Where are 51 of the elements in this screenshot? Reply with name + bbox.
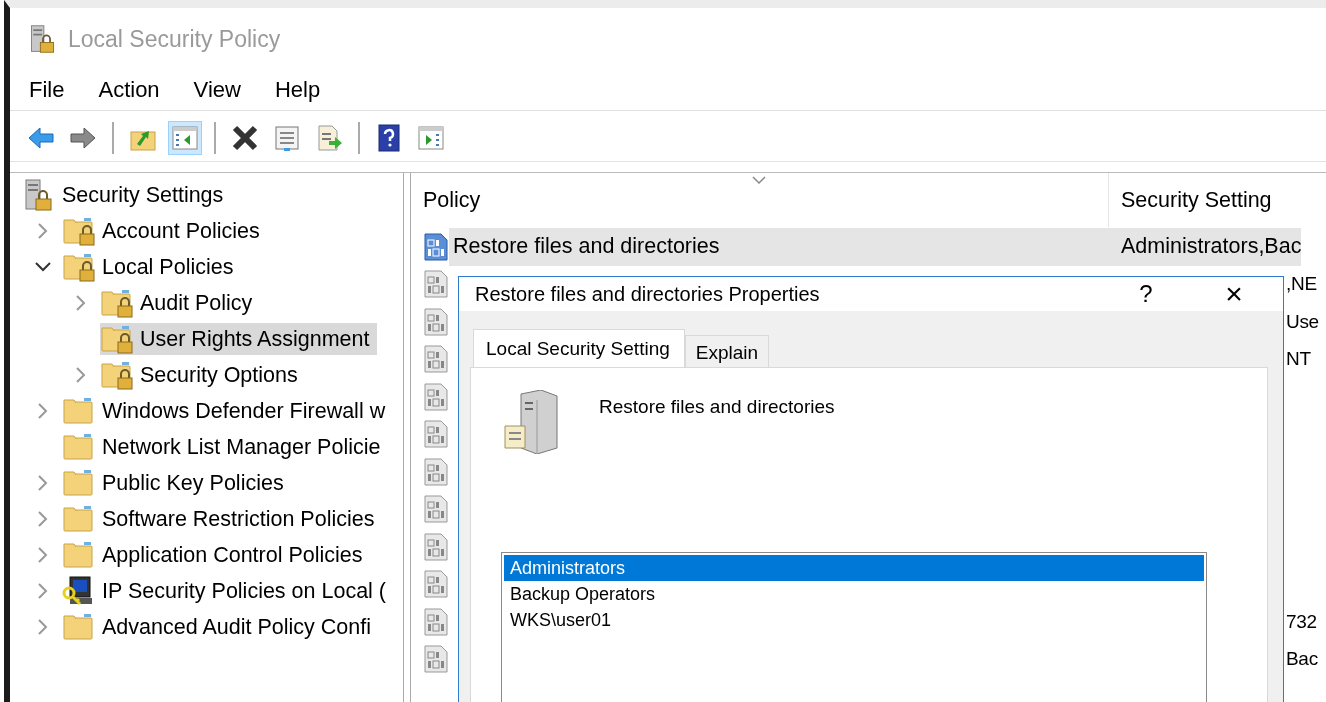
- menu-item[interactable]: File: [28, 75, 66, 105]
- security-setting: Bac: [1285, 647, 1318, 672]
- help-button[interactable]: ?: [1121, 280, 1171, 308]
- menu-item[interactable]: Action: [97, 75, 161, 105]
- tab[interactable]: Local Security Setting: [473, 329, 685, 367]
- tree-item[interactable]: IP Security Policies on Local (: [62, 575, 394, 607]
- tree-item[interactable]: Security Options: [100, 359, 306, 391]
- members-list[interactable]: Administrators Backup Operators WKS\user01: [501, 552, 1207, 702]
- locked-folder-icon: [100, 287, 134, 319]
- tree-item[interactable]: Public Key Policies: [62, 467, 292, 499]
- locked-folder-icon: [62, 251, 96, 283]
- list-item[interactable]: Administrators: [504, 555, 1204, 581]
- sort-caret-icon: [751, 175, 767, 185]
- tree-item[interactable]: User Rights Assignment: [100, 323, 378, 355]
- security-setting: Use: [1285, 309, 1319, 334]
- column-header[interactable]: Security Setting: [1109, 187, 1272, 213]
- security-setting: 732: [1285, 609, 1317, 634]
- locked-folder-icon: [100, 323, 134, 355]
- folder-icon: [62, 467, 96, 499]
- folder-icon: [62, 395, 96, 427]
- column-header[interactable]: Policy: [423, 187, 481, 213]
- security-setting: Administrators,Bac: [1109, 228, 1302, 266]
- tree-item[interactable]: Account Policies: [62, 215, 268, 247]
- tree-item[interactable]: Network List Manager Policie: [62, 431, 389, 463]
- tree-pane-button[interactable]: [168, 121, 202, 155]
- security-setting: NT: [1285, 347, 1311, 372]
- tab[interactable]: Explain: [684, 335, 770, 367]
- folder-icon: [62, 431, 96, 463]
- close-button[interactable]: ×: [1209, 277, 1259, 311]
- window-title: Local Security Policy: [68, 25, 281, 53]
- security-setting: ,NE: [1285, 272, 1317, 297]
- server-document-icon: [501, 390, 561, 454]
- policy-name[interactable]: Restore files and directories: [449, 228, 1109, 266]
- tree-item[interactable]: Audit Policy: [100, 287, 261, 319]
- list-item[interactable]: WKS\user01: [504, 607, 1204, 633]
- locked-folder-icon: [62, 215, 96, 247]
- tree-item[interactable]: Windows Defender Firewall w: [62, 395, 394, 427]
- menu-item[interactable]: Help: [273, 75, 322, 105]
- folder-icon: [62, 611, 96, 643]
- tree-item[interactable]: Security Settings: [22, 179, 232, 211]
- policy-name: Restore files and directories: [599, 395, 835, 419]
- dialog-title: Restore files and directories Properties: [475, 282, 821, 306]
- tree-item[interactable]: Software Restriction Policies: [62, 503, 383, 535]
- locked-folder-icon: [100, 359, 134, 391]
- tree-item[interactable]: Application Control Policies: [62, 539, 371, 571]
- tree-item[interactable]: Advanced Audit Policy Confi: [62, 611, 379, 643]
- folder-icon: [62, 503, 96, 535]
- menu-item[interactable]: View: [192, 75, 242, 105]
- tree-item[interactable]: Local Policies: [62, 251, 242, 283]
- list-item[interactable]: Backup Operators: [504, 581, 1204, 607]
- folder-icon: [62, 539, 96, 571]
